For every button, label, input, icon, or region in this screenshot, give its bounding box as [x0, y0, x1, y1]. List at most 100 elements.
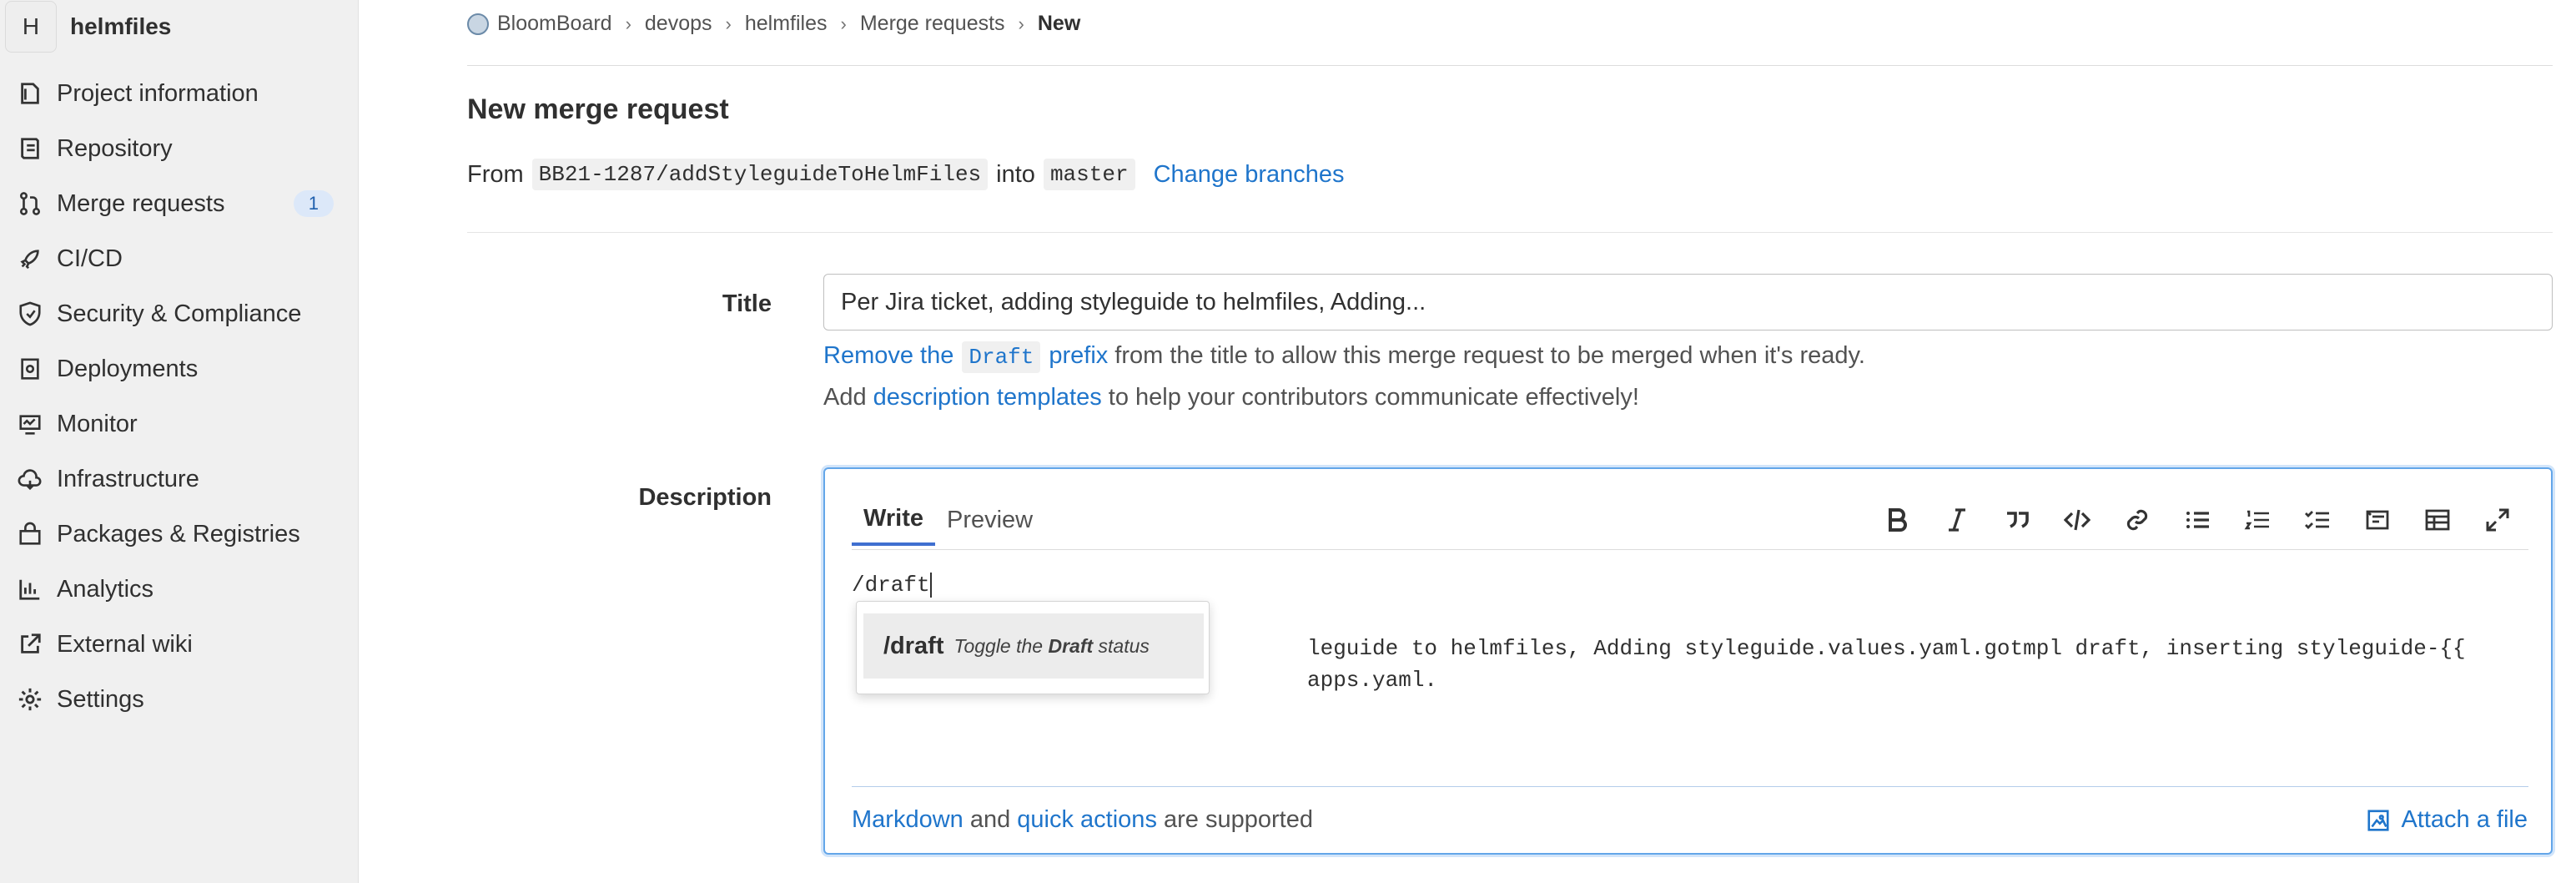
source-branch: BB21-1287/addStyleguideToHelmFiles — [531, 159, 989, 190]
breadcrumb-item-helmfiles[interactable]: helmfiles — [745, 12, 828, 36]
sidebar-item-project-information[interactable]: Project information — [0, 68, 359, 119]
sidebar-item-deployments[interactable]: Deployments — [0, 344, 359, 394]
sidebar-item-label: Merge requests — [57, 189, 225, 217]
merge-request-icon — [17, 190, 43, 217]
sidebar-item-label: Settings — [57, 685, 144, 713]
sidebar-item-infrastructure[interactable]: Infrastructure — [0, 454, 359, 504]
table-icon[interactable] — [2407, 494, 2468, 546]
sidebar-item-label: Project information — [57, 79, 259, 107]
project-avatar[interactable]: H — [5, 1, 57, 53]
bloomboard-logo-icon — [467, 13, 489, 35]
title-input[interactable]: Per Jira ticket, adding styleguide to he… — [823, 274, 2553, 330]
sidebar-item-label: Deployments — [57, 355, 199, 382]
textarea-line: /draft — [852, 573, 932, 598]
markdown-link[interactable]: Markdown — [852, 806, 963, 833]
sidebar-item-external-wiki[interactable]: External wiki — [0, 619, 359, 669]
breadcrumb-current[interactable]: New — [1038, 12, 1080, 36]
sidebar-item-label: Monitor — [57, 410, 138, 437]
description-label: Description — [638, 484, 772, 511]
sidebar-item-label: Analytics — [57, 575, 154, 603]
breadcrumb-item-devops[interactable]: devops — [645, 12, 712, 36]
breadcrumb-separator-icon: › — [625, 13, 631, 34]
sidebar-item-merge-requests[interactable]: Merge requests 1 — [0, 179, 359, 229]
autocomplete-command: /draft — [883, 632, 944, 659]
sidebar-item-label: Infrastructure — [57, 465, 199, 492]
autocomplete-item-draft[interactable]: /draft Toggle the Draft status — [863, 613, 1204, 679]
document-icon — [17, 80, 43, 107]
sidebar-item-ci-cd[interactable]: CI/CD — [0, 234, 359, 284]
attach-file-button[interactable]: Attach a file — [2366, 806, 2528, 834]
divider — [467, 65, 2553, 66]
divider — [852, 549, 2528, 550]
sidebar: H helmfiles Project information Reposito… — [0, 0, 359, 883]
page-title: New merge request — [467, 93, 729, 125]
breadcrumb-item-bloomboard[interactable]: BloomBoard — [467, 12, 612, 36]
sidebar-item-label: CI/CD — [57, 245, 123, 272]
bullet-list-icon[interactable] — [2167, 494, 2227, 546]
numbered-list-icon[interactable] — [2227, 494, 2287, 546]
tab-preview[interactable]: Preview — [935, 494, 1044, 546]
from-label: From — [467, 160, 524, 188]
editor-toolbar — [1867, 494, 2528, 546]
tab-write[interactable]: Write — [852, 494, 935, 546]
sidebar-item-packages-registries[interactable]: Packages & Registries — [0, 509, 359, 559]
quick-action-autocomplete: /draft Toggle the Draft status — [856, 601, 1210, 694]
remove-draft-link[interactable]: Remove the Draft prefix — [823, 341, 1108, 373]
sidebar-item-label: Packages & Registries — [57, 520, 300, 547]
into-label: into — [996, 160, 1035, 188]
italic-icon[interactable] — [1927, 494, 1987, 546]
link-icon[interactable] — [2107, 494, 2167, 546]
target-branch: master — [1043, 159, 1135, 190]
quick-actions-link[interactable]: quick actions — [1017, 806, 1157, 833]
breadcrumb: BloomBoard › devops › helmfiles › Merge … — [467, 12, 1080, 36]
rocket-icon — [17, 245, 43, 272]
breadcrumb-separator-icon: › — [1018, 13, 1024, 34]
textarea-line: apps.yaml. — [1307, 668, 1438, 693]
sidebar-item-label: Security & Compliance — [57, 300, 302, 327]
breadcrumb-item-merge-requests[interactable]: Merge requests — [860, 12, 1005, 36]
image-icon — [2367, 809, 2390, 831]
chart-icon — [17, 576, 43, 603]
merge-requests-count-badge: 1 — [293, 190, 334, 217]
task-list-icon[interactable] — [2287, 494, 2347, 546]
collapsible-icon[interactable] — [2347, 494, 2407, 546]
title-label: Title — [722, 290, 772, 317]
editor-tabs: Write Preview — [852, 494, 1044, 546]
divider — [467, 232, 2553, 233]
divider — [852, 786, 2528, 787]
sidebar-item-analytics[interactable]: Analytics — [0, 564, 359, 614]
sidebar-item-repository[interactable]: Repository — [0, 124, 359, 174]
markdown-hint: Markdown and quick actions are supported — [852, 806, 1313, 833]
sidebar-item-security-compliance[interactable]: Security & Compliance — [0, 289, 359, 339]
external-link-icon — [17, 631, 43, 658]
sidebar-item-monitor[interactable]: Monitor — [0, 399, 359, 449]
repository-icon — [17, 135, 43, 162]
breadcrumb-separator-icon: › — [840, 13, 847, 34]
shield-icon — [17, 300, 43, 327]
gear-icon — [17, 686, 43, 713]
monitor-icon — [17, 411, 43, 437]
text-caret — [929, 573, 932, 598]
sidebar-item-label: Repository — [57, 134, 173, 162]
sidebar-item-settings[interactable]: Settings — [0, 674, 359, 724]
package-icon — [17, 521, 43, 547]
draft-hint-text: from the title to allow this merge reque… — [1114, 342, 1865, 369]
templates-hint: Add description templates to help your c… — [823, 384, 1639, 411]
fullscreen-icon[interactable] — [2468, 494, 2528, 546]
branch-info: From BB21-1287/addStyleguideToHelmFiles … — [467, 159, 1345, 190]
sidebar-header[interactable]: H helmfiles — [0, 0, 358, 53]
quote-icon[interactable] — [1987, 494, 2047, 546]
bold-icon[interactable] — [1867, 494, 1927, 546]
code-icon[interactable] — [2047, 494, 2107, 546]
change-branches-link[interactable]: Change branches — [1154, 161, 1345, 189]
description-templates-link[interactable]: description templates — [873, 384, 1102, 411]
deployments-icon — [17, 356, 43, 382]
autocomplete-description: Toggle the Draft status — [953, 634, 1150, 657]
main-content: BloomBoard › devops › helmfiles › Merge … — [359, 0, 2576, 883]
draft-hint: Remove the Draft prefix from the title to … — [823, 341, 1865, 373]
project-name[interactable]: helmfiles — [70, 13, 171, 40]
sidebar-item-label: External wiki — [57, 630, 193, 658]
textarea-line: leguide to helmfiles, Adding styleguide.… — [1307, 636, 2466, 661]
breadcrumb-separator-icon: › — [725, 13, 732, 34]
cloud-icon — [17, 466, 43, 492]
